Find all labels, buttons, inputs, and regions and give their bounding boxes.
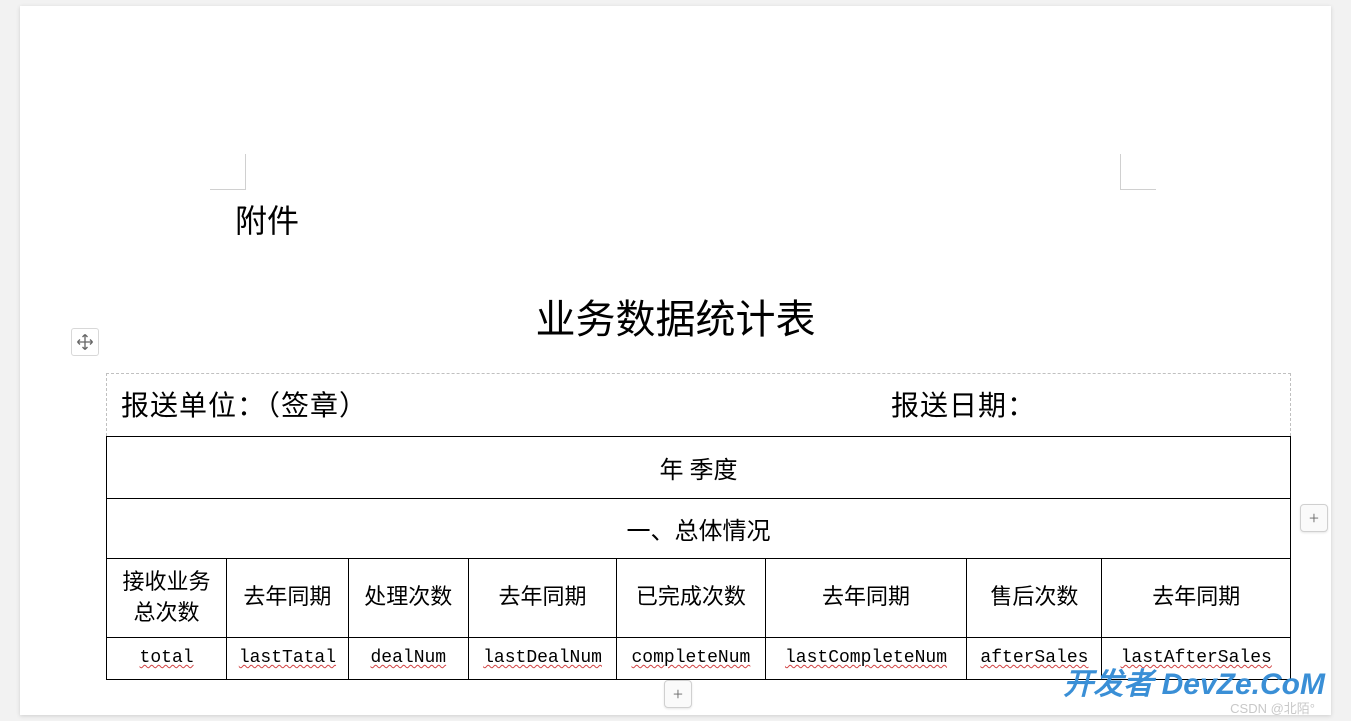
col-value[interactable]: lastTatal [227,637,349,679]
add-row-button[interactable]: + [664,680,692,708]
report-date-label: 报送日期： [891,384,1036,424]
report-unit-label: 报送单位：（签章） [121,384,891,424]
section-cell[interactable]: 一、总体情况 [107,499,1291,559]
col-header[interactable]: 去年同期 [468,559,616,638]
col-value[interactable]: completeNum [617,637,765,679]
col-header[interactable]: 去年同期 [227,559,349,638]
col-header[interactable]: 已完成次数 [617,559,765,638]
col-value[interactable]: total [107,637,227,679]
period-cell[interactable]: 年 季度 [107,437,1291,499]
watermark-brand: 开发者 DevZe.CoM [1063,659,1325,703]
page-title: 业务数据统计表 [40,287,1311,345]
move-handle-icon[interactable] [71,328,99,356]
col-header[interactable]: 接收业务 总次数 [107,559,227,638]
col-value[interactable]: lastDealNum [468,637,616,679]
attachment-label: 附件 [235,196,1311,242]
margin-guide-top-right [1120,154,1156,190]
statistics-table: 年 季度 一、总体情况 接收业务 总次数 去年同期 处理次数 去年同期 已完成次… [106,436,1291,680]
report-header-row: 报送单位：（签章） 报送日期： [106,373,1291,436]
col-header[interactable]: 去年同期 [1102,559,1291,638]
col-header[interactable]: 去年同期 [765,559,967,638]
margin-guide-top-left [210,154,246,190]
col-value[interactable]: lastCompleteNum [765,637,967,679]
document-page: 附件 业务数据统计表 报送单位：（签章） 报送日期： 年 季度 一、总体情况 接… [20,6,1331,715]
col-header[interactable]: 处理次数 [348,559,468,638]
col-header[interactable]: 售后次数 [967,559,1102,638]
col-value[interactable]: dealNum [348,637,468,679]
add-column-button[interactable]: + [1300,504,1328,532]
